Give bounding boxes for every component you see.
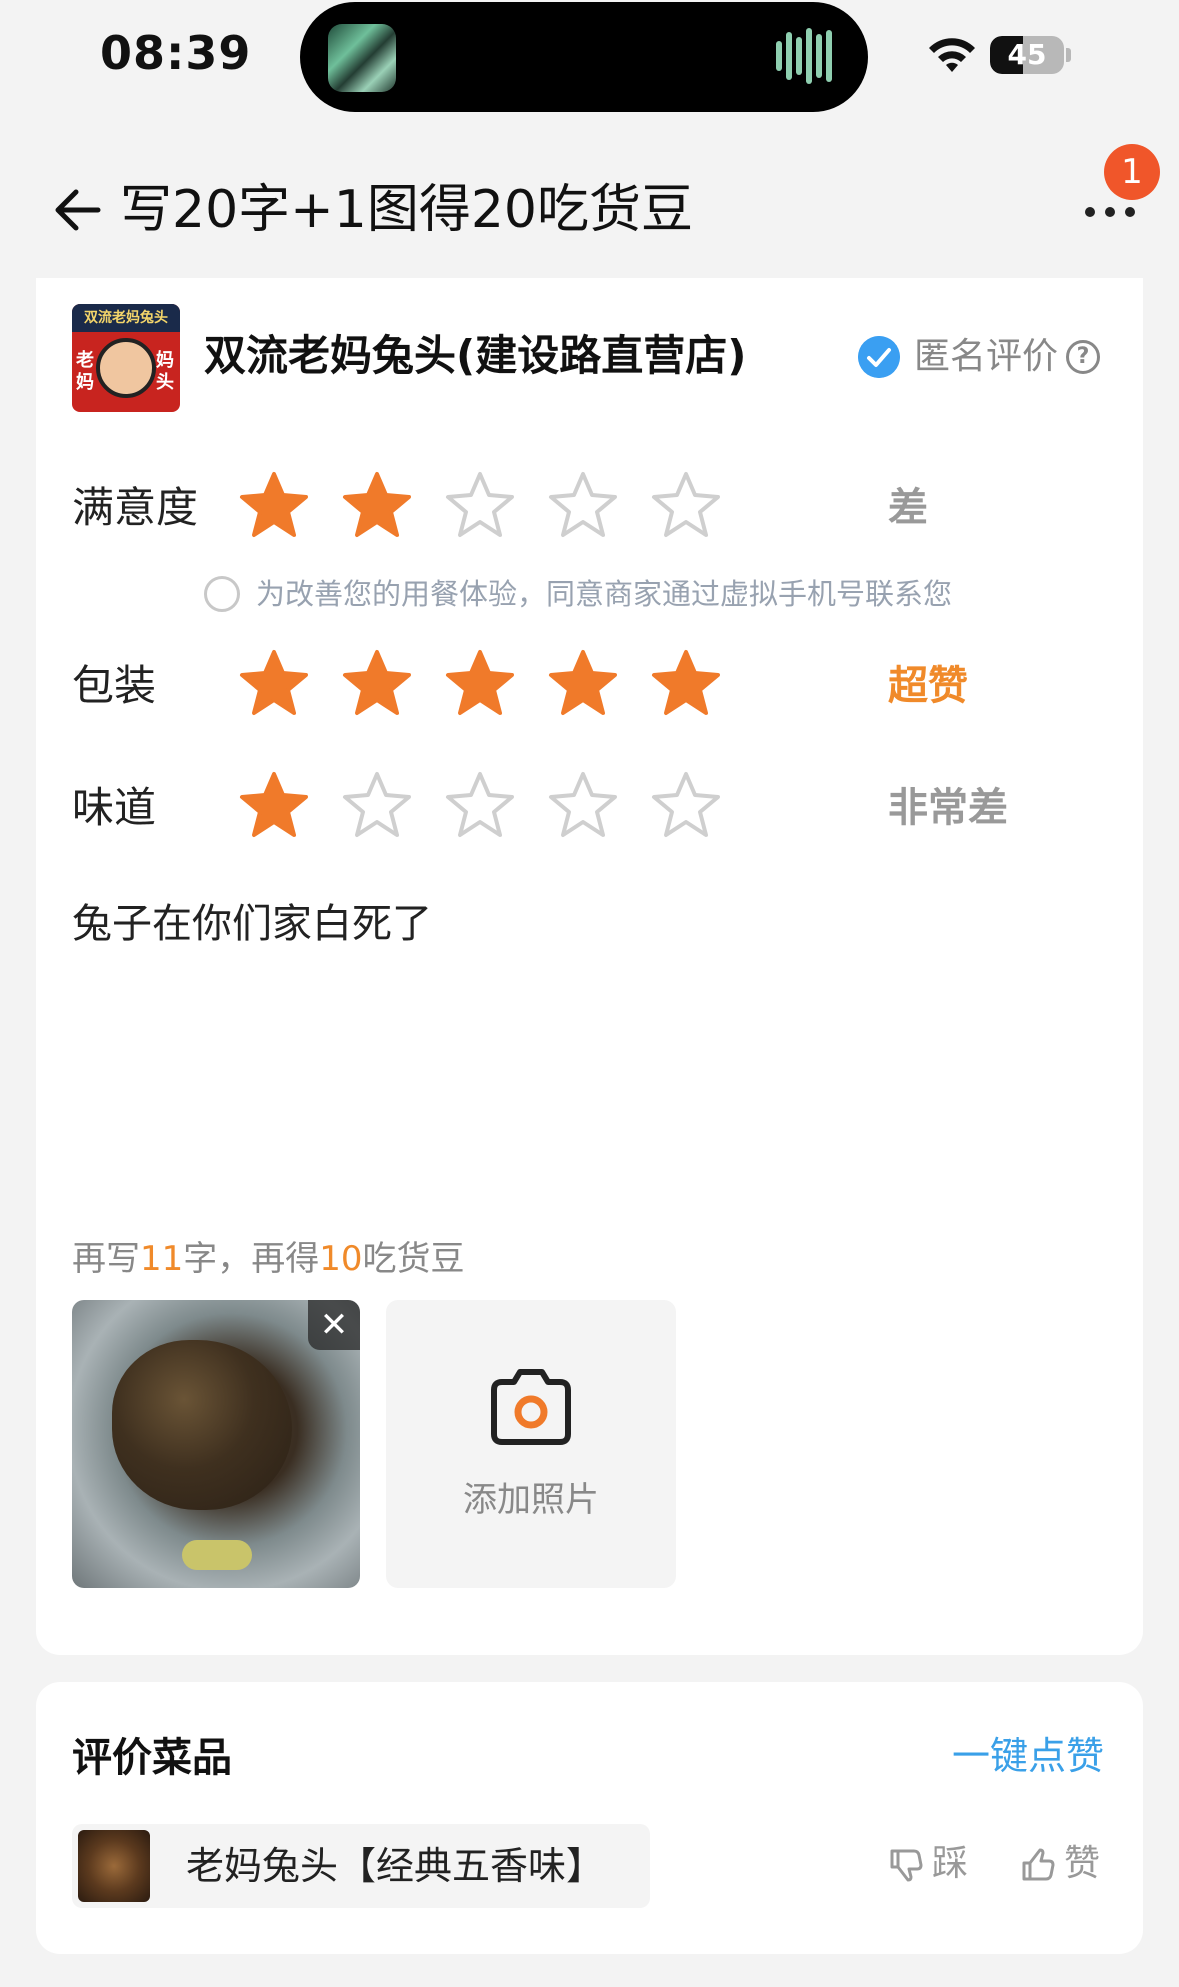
star-filled-icon[interactable]: [236, 468, 312, 544]
now-playing-artwork[interactable]: [328, 24, 396, 92]
star-empty-icon[interactable]: [545, 468, 621, 544]
dish-item: 老妈兔头【经典五香味】: [72, 1824, 650, 1908]
page-title: 写20字+1图得20吃货豆: [120, 180, 693, 240]
star-filled-icon[interactable]: [339, 468, 415, 544]
hint-number-chars: 11: [140, 1239, 184, 1279]
consent-text[interactable]: 为改善您的用餐体验，同意商家通过虚拟手机号联系您: [256, 572, 952, 616]
shop-logo: 双流老妈兔头 老妈 妈头: [72, 304, 180, 412]
review-textarea[interactable]: 兔子在你们家白死了: [72, 892, 432, 956]
hint-part2: 字，再得: [183, 1239, 320, 1279]
anonymous-review-label[interactable]: 匿名评价: [914, 332, 1058, 382]
rating-label-taste: 味道: [72, 783, 157, 832]
add-photo-label: 添加照片: [463, 1480, 599, 1520]
battery-indicator: 45: [990, 36, 1064, 74]
star-filled-icon[interactable]: [236, 646, 312, 722]
audio-waveform-icon: [776, 28, 840, 88]
dislike-label: 踩: [932, 1843, 969, 1884]
shop-name: 双流老妈兔头(建设路直营店): [204, 331, 747, 380]
camera-icon: [491, 1369, 571, 1445]
rating-word-satisfaction: 差: [888, 485, 928, 531]
like-label: 赞: [1064, 1843, 1101, 1884]
bonus-hint: 再写11字，再得10吃货豆: [72, 1234, 465, 1284]
dish-thumbnail: [78, 1830, 150, 1902]
dislike-button[interactable]: 踩: [888, 1836, 968, 1892]
star-filled-icon[interactable]: [339, 646, 415, 722]
hint-part1: 再写: [72, 1239, 140, 1279]
star-empty-icon[interactable]: [648, 468, 724, 544]
shop-logo-portrait: [96, 338, 156, 398]
star-filled-icon[interactable]: [545, 646, 621, 722]
dish-name: 老妈兔头【经典五香味】: [186, 1844, 605, 1888]
wifi-icon: [929, 38, 975, 72]
shop-logo-right-text: 妈头: [156, 350, 174, 393]
battery-cap: [1066, 48, 1071, 62]
star-rating-packaging[interactable]: [236, 646, 836, 726]
star-rating-satisfaction[interactable]: [236, 468, 836, 548]
star-empty-icon[interactable]: [648, 768, 724, 844]
star-empty-icon[interactable]: [339, 768, 415, 844]
star-filled-icon[interactable]: [442, 646, 518, 722]
notification-badge[interactable]: 1: [1104, 144, 1160, 200]
like-button[interactable]: 赞: [1020, 1836, 1100, 1892]
back-arrow-icon[interactable]: [48, 180, 108, 240]
hint-part3: 吃货豆: [362, 1239, 465, 1279]
star-empty-icon[interactable]: [545, 768, 621, 844]
rating-word-packaging: 超赞: [888, 663, 968, 709]
like-all-button[interactable]: 一键点赞: [952, 1728, 1104, 1784]
shop-logo-left-text: 老妈: [76, 350, 94, 393]
rating-label-packaging: 包装: [72, 661, 157, 710]
star-filled-icon[interactable]: [648, 646, 724, 722]
star-empty-icon[interactable]: [442, 768, 518, 844]
dish-section-title: 评价菜品: [72, 1735, 232, 1781]
rating-label-satisfaction: 满意度: [72, 483, 199, 532]
help-icon[interactable]: ?: [1066, 340, 1100, 374]
status-time: 08:39: [100, 26, 252, 80]
dish-review-card: [36, 1682, 1143, 1954]
rating-word-taste: 非常差: [888, 785, 1008, 831]
shop-logo-top-text: 双流老妈兔头: [72, 304, 180, 332]
photo-content-detail: [182, 1540, 252, 1570]
battery-percent: 45: [1007, 38, 1047, 71]
consent-radio[interactable]: [204, 576, 240, 612]
thumbs-up-icon: [1022, 1848, 1055, 1881]
star-rating-taste[interactable]: [236, 768, 836, 848]
remove-photo-button[interactable]: ✕: [308, 1300, 360, 1350]
photo-content: [112, 1340, 292, 1510]
hint-number-beans: 10: [319, 1239, 363, 1279]
thumbs-down-icon: [890, 1849, 923, 1882]
star-filled-icon[interactable]: [236, 768, 312, 844]
star-empty-icon[interactable]: [442, 468, 518, 544]
anonymous-checkbox-checked-icon[interactable]: [858, 336, 900, 378]
add-photo-button[interactable]: 添加照片: [386, 1300, 676, 1588]
